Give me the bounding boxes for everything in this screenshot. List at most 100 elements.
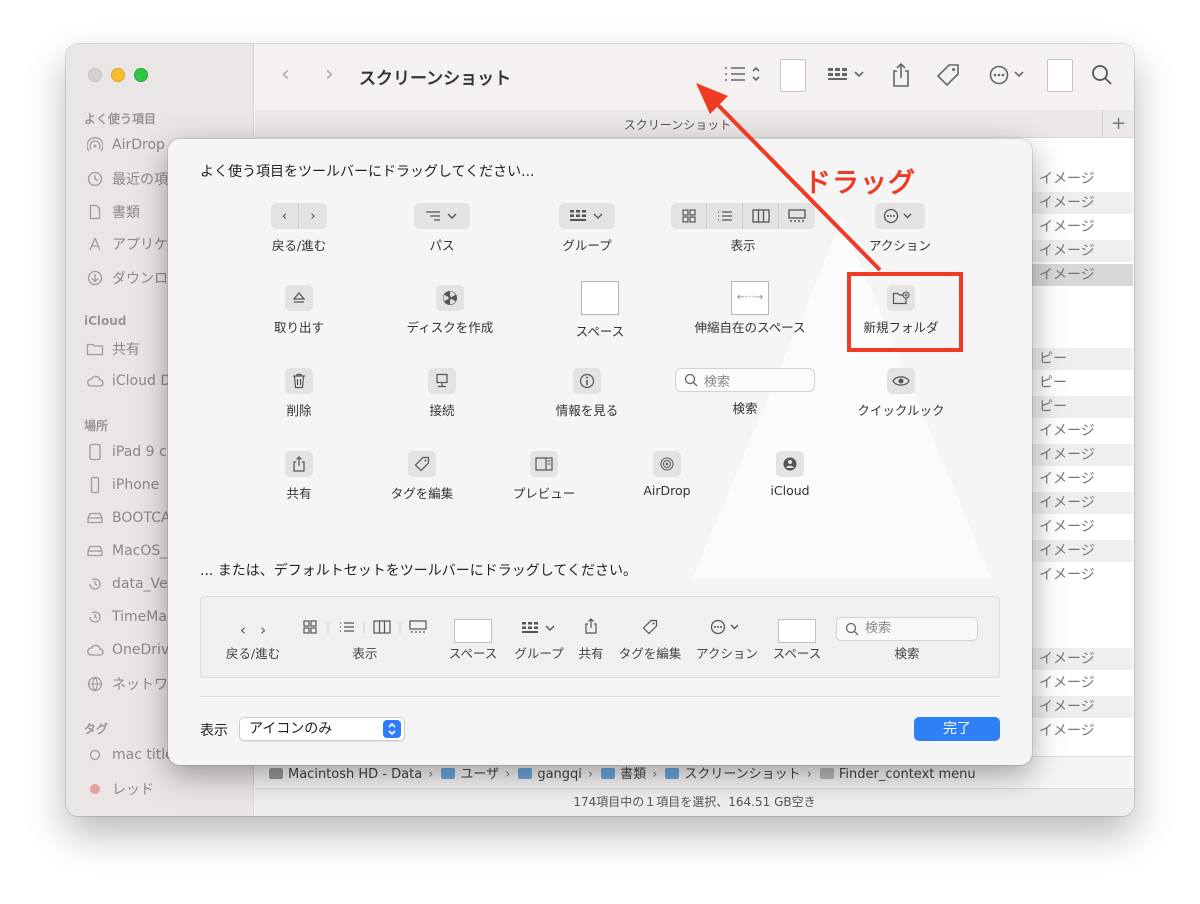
file-list-row[interactable]: イメージ bbox=[1031, 540, 1133, 562]
item-view[interactable]: 表示 bbox=[668, 203, 818, 254]
forward-icon[interactable]: › bbox=[325, 62, 334, 87]
ds-action: アクション bbox=[693, 617, 761, 662]
toolbar-space-box bbox=[780, 59, 806, 92]
column-view-icon bbox=[743, 203, 779, 229]
share-icon bbox=[573, 617, 609, 643]
tag-red-icon bbox=[86, 780, 104, 798]
sidebar-item-label: mac title bbox=[112, 747, 174, 763]
item-group[interactable]: グループ bbox=[512, 203, 662, 254]
file-list-row[interactable]: イメージ bbox=[1031, 696, 1133, 718]
sidebar-item-label: 共有 bbox=[112, 342, 140, 358]
group-icon[interactable] bbox=[827, 66, 867, 89]
search-icon[interactable] bbox=[1091, 64, 1113, 91]
file-list-row[interactable]: イメージ bbox=[1031, 168, 1133, 190]
file-icon bbox=[819, 768, 834, 779]
iphone-icon bbox=[86, 476, 104, 494]
done-button[interactable]: 完了 bbox=[914, 717, 1000, 741]
sidebar-item-tag-red[interactable]: レッド bbox=[86, 779, 252, 799]
tag-icon bbox=[408, 451, 436, 477]
sheet-heading: よく使う項目をツールバーにドラッグしてください... bbox=[200, 164, 535, 180]
file-list-row[interactable]: イメージ bbox=[1031, 264, 1133, 286]
action-icon[interactable] bbox=[989, 65, 1029, 90]
item-delete[interactable]: 削除 bbox=[224, 368, 374, 419]
shared-folder-icon bbox=[86, 340, 104, 358]
file-list-row[interactable]: イメージ bbox=[1031, 444, 1133, 466]
new-tab-button[interactable]: + bbox=[1102, 110, 1134, 138]
file-list-row[interactable]: イメージ bbox=[1031, 468, 1133, 490]
search-placeholder: 検索 bbox=[865, 621, 892, 636]
timemachine-icon bbox=[86, 575, 104, 593]
item-quick-look[interactable]: クイックルック bbox=[826, 368, 976, 419]
gallery-view-icon bbox=[779, 203, 815, 229]
file-list-row[interactable]: イメージ bbox=[1031, 492, 1133, 514]
file-list-row[interactable]: イメージ bbox=[1031, 192, 1133, 214]
ds-label: 共有 bbox=[578, 646, 604, 661]
sidebar-item-label: iPad 9 c bbox=[112, 444, 167, 460]
item-label: スペース bbox=[575, 324, 625, 339]
path-separator: › bbox=[428, 767, 434, 782]
minimize-button[interactable] bbox=[111, 68, 125, 82]
file-list-row[interactable]: ピー bbox=[1031, 372, 1133, 394]
zoom-button[interactable] bbox=[134, 68, 148, 82]
path-segment[interactable]: ユーザ bbox=[460, 767, 499, 782]
show-label: 表示 bbox=[200, 723, 228, 739]
path-icon bbox=[414, 203, 470, 229]
folder-icon bbox=[441, 768, 456, 779]
back-icon[interactable]: ‹ bbox=[281, 62, 290, 87]
item-label: クイックルック bbox=[857, 403, 945, 418]
item-label: 削除 bbox=[286, 403, 312, 418]
file-list-row[interactable]: イメージ bbox=[1031, 648, 1133, 670]
file-list-row[interactable]: イメージ bbox=[1031, 720, 1133, 742]
group-icon bbox=[511, 617, 567, 643]
item-flexible-space[interactable]: ←···→ 伸縮自在のスペース bbox=[675, 281, 825, 336]
ds-label: タグを編集 bbox=[618, 646, 682, 661]
file-list-row[interactable]: イメージ bbox=[1031, 672, 1133, 694]
sidebar-section-icloud: iCloud bbox=[84, 314, 127, 328]
item-label: 取り出す bbox=[273, 320, 324, 335]
default-toolbar-set[interactable]: ‹ › 戻る/進む 表示 スペース グループ 共有 タグを編集 アクション スペ… bbox=[200, 596, 1000, 678]
show-mode-select[interactable]: アイコンのみ bbox=[239, 717, 405, 741]
group-icon bbox=[559, 203, 615, 229]
connect-server-icon bbox=[428, 368, 456, 394]
item-connect[interactable]: 接続 bbox=[367, 368, 517, 419]
file-list-row[interactable]: イメージ bbox=[1031, 516, 1133, 538]
item-eject[interactable]: 取り出す bbox=[224, 285, 374, 336]
list-view-icon[interactable] bbox=[723, 64, 763, 91]
close-button[interactable] bbox=[88, 68, 102, 82]
ds-edit-tags: タグを編集 bbox=[615, 617, 685, 662]
tag-icon[interactable] bbox=[936, 63, 960, 92]
item-search[interactable]: 検索 検索 bbox=[670, 368, 820, 417]
item-burn[interactable]: ディスクを作成 bbox=[375, 285, 525, 336]
sidebar-item-label: AirDrop bbox=[112, 137, 165, 153]
item-get-info[interactable]: 情報を見る bbox=[512, 368, 662, 419]
icon-view-icon bbox=[671, 203, 707, 229]
path-segment[interactable]: スクリーンショット bbox=[684, 767, 800, 782]
sidebar-item-label: ダウンロ bbox=[112, 271, 168, 287]
file-list-row[interactable]: ピー bbox=[1031, 396, 1133, 418]
item-action[interactable]: アクション bbox=[825, 203, 975, 254]
ipad-icon bbox=[86, 443, 104, 461]
sidebar-item-label: 最近の項 bbox=[112, 172, 168, 188]
path-separator: › bbox=[587, 767, 594, 782]
path-segment[interactable]: Macintosh HD - Data bbox=[288, 767, 422, 782]
path-segment[interactable]: Finder_context menu bbox=[839, 767, 976, 782]
sidebar-item-label: MacOS_ bbox=[112, 543, 168, 559]
ds-label: 戻る/進む bbox=[225, 646, 281, 661]
file-list-row[interactable]: イメージ bbox=[1031, 240, 1133, 262]
item-icloud[interactable]: iCloud bbox=[715, 451, 865, 498]
tab-screenshots[interactable]: スクリーンショット bbox=[255, 116, 1100, 133]
sidebar-item-label: data_Ve bbox=[112, 576, 168, 592]
file-list-row[interactable]: イメージ bbox=[1031, 564, 1133, 586]
file-list-row[interactable]: ピー bbox=[1031, 348, 1133, 370]
icloud-share-icon bbox=[776, 451, 804, 477]
share-icon[interactable] bbox=[891, 62, 911, 93]
item-path[interactable]: パス bbox=[367, 203, 517, 254]
file-list-row[interactable]: イメージ bbox=[1031, 216, 1133, 238]
network-icon bbox=[86, 675, 104, 693]
file-list-row[interactable]: イメージ bbox=[1031, 420, 1133, 442]
item-back-forward[interactable]: ‹ › 戻る/進む bbox=[224, 203, 374, 254]
path-segment[interactable]: 書類 bbox=[620, 767, 646, 782]
path-segment[interactable]: gangqi bbox=[537, 767, 582, 782]
item-label: パス bbox=[429, 238, 455, 253]
item-space[interactable]: スペース bbox=[525, 281, 675, 340]
